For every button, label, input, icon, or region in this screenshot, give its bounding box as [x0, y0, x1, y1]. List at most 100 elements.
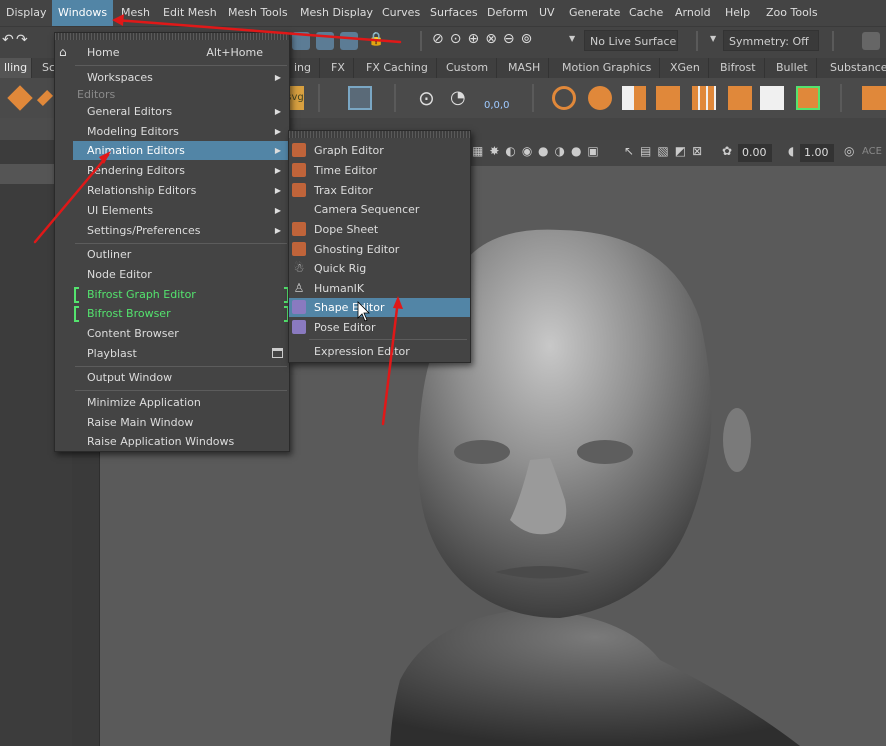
menu-generate[interactable]: Generate — [563, 0, 626, 26]
grid-icon[interactable] — [348, 86, 372, 110]
gamma-icon[interactable]: ◖ — [788, 144, 794, 158]
coords-label[interactable]: 0,0,0 — [484, 86, 516, 111]
pivot-icon[interactable]: ⊙ — [418, 86, 442, 110]
tab-bullet[interactable]: Bullet — [768, 58, 817, 78]
submenu-item-graph-editor[interactable]: Graph Editor — [289, 141, 470, 160]
menu-item-node-editor[interactable]: Node Editor — [55, 265, 289, 284]
submenu-item-camera-sequencer[interactable]: Camera Sequencer — [289, 200, 470, 219]
menu-zoo-tools[interactable]: Zoo Tools — [760, 0, 824, 26]
option-box-icon[interactable] — [272, 348, 283, 358]
tab-bifrost[interactable]: Bifrost — [712, 58, 765, 78]
menu-surfaces[interactable]: Surfaces — [424, 0, 484, 26]
exposure-field[interactable]: 0.00 — [738, 144, 772, 162]
menu-item-minimize-application[interactable]: Minimize Application — [55, 393, 289, 412]
submenu-item-dope-sheet[interactable]: Dope Sheet — [289, 220, 470, 239]
diamond-icon[interactable] — [7, 85, 33, 111]
live-surface-field[interactable]: No Live Surface — [584, 30, 678, 51]
menu-item-bifrost-graph-editor[interactable]: Bifrost Graph Editor — [55, 285, 289, 304]
menu-item-bifrost-browser[interactable]: Bifrost Browser — [55, 304, 289, 323]
menu-item-home[interactable]: ⌂ Home Alt+Home — [55, 43, 289, 62]
scale-tool-icon[interactable] — [588, 86, 612, 110]
menu-mesh[interactable]: Mesh — [115, 0, 156, 26]
menu-item-ui-elements[interactable]: UI Elements ▶ — [55, 201, 289, 220]
snap-icon[interactable] — [292, 32, 310, 50]
box-icon[interactable] — [862, 86, 886, 110]
menu-item-rendering-editors[interactable]: Rendering Editors ▶ — [55, 161, 289, 180]
bridge-icon[interactable] — [760, 86, 784, 110]
humanik-icon: ♙ — [293, 281, 305, 295]
menu-curves[interactable]: Curves — [376, 0, 426, 26]
timer-icon[interactable]: ◔ — [450, 86, 474, 110]
submenu-item-pose-editor[interactable]: Pose Editor — [289, 318, 470, 337]
display-mode-icons[interactable]: ▦✸◐◉ — [472, 144, 538, 158]
extrude-icon[interactable] — [728, 86, 752, 110]
submenu-item-expression-editor[interactable]: Expression Editor — [289, 342, 470, 361]
chevron-right-icon: ▶ — [274, 226, 281, 235]
menu-item-outliner[interactable]: Outliner — [55, 245, 289, 264]
separator — [394, 84, 396, 112]
tab-xgen[interactable]: XGen — [662, 58, 709, 78]
menu-mesh-display[interactable]: Mesh Display — [294, 0, 379, 26]
menu-item-content-browser[interactable]: Content Browser — [55, 324, 289, 343]
submenu-item-shape-editor[interactable]: Shape Editor — [289, 298, 470, 317]
bracket-icon — [74, 287, 79, 303]
submenu-item-quick-rig[interactable]: ☃ Quick Rig — [289, 259, 470, 278]
menu-help[interactable]: Help — [719, 0, 756, 26]
redo-icon[interactable]: ↷ — [16, 32, 28, 48]
symmetry-field[interactable]: Symmetry: Off — [723, 30, 819, 51]
tab-fx[interactable]: FX — [323, 58, 354, 78]
tab-custom[interactable]: Custom — [438, 58, 498, 78]
menu-display[interactable]: Display — [0, 0, 53, 26]
tab-modeling[interactable]: lling — [0, 58, 33, 78]
color-mgmt-icon[interactable]: ◎ — [844, 144, 854, 158]
snap-grid-icon[interactable] — [316, 32, 334, 50]
sidebar-toggle-icon[interactable] — [862, 32, 880, 50]
grid-faces-icon[interactable] — [692, 86, 716, 110]
aces-label[interactable]: ACE — [862, 146, 882, 157]
shading-icons[interactable]: ●◑●▣ — [538, 144, 605, 158]
snap-curve-icon[interactable] — [340, 32, 358, 50]
combine-icon[interactable] — [796, 86, 820, 110]
submenu-item-ghosting-editor[interactable]: Ghosting Editor — [289, 240, 470, 259]
menu-item-animation-editors[interactable]: Animation Editors ▶ — [73, 141, 289, 160]
chevron-down-icon[interactable]: ▼ — [569, 34, 575, 43]
menu-item-workspaces[interactable]: Workspaces ▶ — [55, 68, 289, 87]
menu-item-settings-preferences[interactable]: Settings/Preferences ▶ — [55, 221, 289, 240]
mirror-icon[interactable] — [622, 86, 646, 110]
diamond-icon[interactable] — [36, 89, 54, 107]
tab-rigging[interactable]: ing — [286, 58, 321, 78]
menu-item-output-window[interactable]: Output Window — [55, 368, 289, 387]
submenu-item-time-editor[interactable]: Time Editor — [289, 161, 470, 180]
submenu-item-trax-editor[interactable]: Trax Editor — [289, 181, 470, 200]
gamma-field[interactable]: 1.00 — [800, 144, 834, 162]
menu-item-general-editors[interactable]: General Editors ▶ — [55, 102, 289, 121]
menu-item-playblast[interactable]: Playblast — [55, 344, 289, 363]
menu-uv[interactable]: UV — [533, 0, 561, 26]
menu-item-raise-application-windows[interactable]: Raise Application Windows — [55, 432, 289, 451]
menu-mesh-tools[interactable]: Mesh Tools — [222, 0, 294, 26]
tear-off-handle[interactable] — [55, 33, 289, 40]
chevron-right-icon: ▶ — [274, 166, 281, 175]
menu-deform[interactable]: Deform — [481, 0, 534, 26]
rotate-tool-icon[interactable] — [552, 86, 576, 110]
tear-off-handle[interactable] — [289, 131, 470, 138]
menu-windows[interactable]: Windows — [52, 0, 114, 26]
menu-cache[interactable]: Cache — [623, 0, 669, 26]
chevron-down-icon[interactable]: ▼ — [710, 34, 716, 43]
undo-icon[interactable]: ↶ — [2, 32, 14, 48]
menu-arnold[interactable]: Arnold — [669, 0, 717, 26]
cube-icon[interactable] — [656, 86, 680, 110]
menu-item-relationship-editors[interactable]: Relationship Editors ▶ — [55, 181, 289, 200]
exposure-icon[interactable]: ✿ — [722, 144, 732, 158]
tab-motion-graphics[interactable]: Motion Graphics — [554, 58, 661, 78]
tab-fx-caching[interactable]: FX Caching — [358, 58, 437, 78]
lock-icon[interactable]: 🔒 — [368, 32, 384, 47]
tab-substance[interactable]: Substance — [822, 58, 886, 78]
snap-tools-icons[interactable]: ⊘⊙⊕⊗⊖⊚ — [432, 31, 538, 47]
menu-edit-mesh[interactable]: Edit Mesh — [157, 0, 223, 26]
camera-icons[interactable]: ↖▤▧◩⊠ — [624, 144, 708, 158]
menu-item-raise-main-window[interactable]: Raise Main Window — [55, 413, 289, 432]
menu-item-modeling-editors[interactable]: Modeling Editors ▶ — [55, 122, 289, 141]
tab-mash[interactable]: MASH — [500, 58, 550, 78]
submenu-item-humanik[interactable]: ♙ HumanIK — [289, 279, 470, 298]
